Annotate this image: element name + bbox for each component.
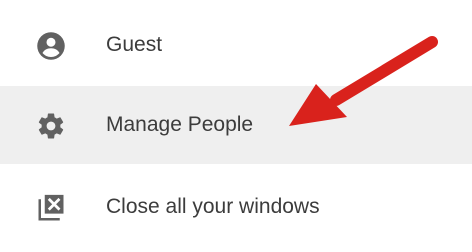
profile-menu: Guest Manage People Close all your windo… bbox=[0, 0, 472, 252]
account-circle-icon bbox=[37, 32, 65, 60]
menu-item-label: Close all your windows bbox=[106, 195, 320, 218]
close-windows-icon bbox=[38, 194, 64, 221]
menu-item-label: Guest bbox=[106, 33, 163, 56]
menu-item-manage-people[interactable]: Manage People bbox=[0, 86, 472, 164]
menu-item-close-all-windows[interactable]: Close all your windows bbox=[0, 168, 472, 246]
menu-item-label: Manage People bbox=[106, 113, 254, 136]
menu-item-guest[interactable]: Guest bbox=[0, 6, 472, 84]
gear-icon bbox=[38, 113, 64, 139]
